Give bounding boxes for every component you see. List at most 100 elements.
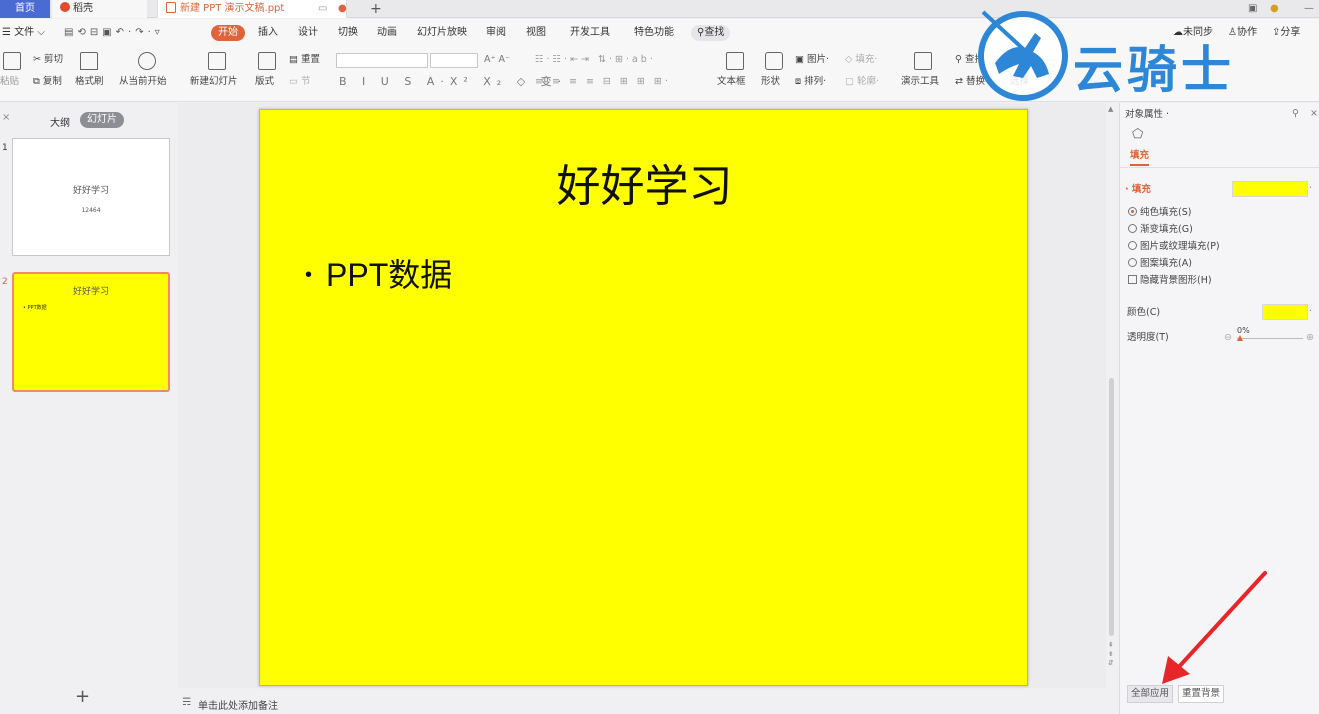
new-tab-button[interactable]: + bbox=[362, 0, 390, 18]
scroll-page-icons[interactable]: ⇞ ⇟ ⇵ bbox=[1108, 641, 1114, 668]
fill-bucket-tab-icon[interactable]: ⬠ bbox=[1132, 128, 1143, 141]
reset-button[interactable]: ▤ 重置 bbox=[289, 54, 320, 66]
menu-design[interactable]: 设计 bbox=[298, 25, 318, 41]
slide-thumbnail-1[interactable]: 好好学习 12464 bbox=[12, 138, 170, 256]
text-format-buttons[interactable]: B I U S A·X² X₂ ◇ 变· bbox=[339, 76, 567, 88]
slide-thumbnail-2[interactable]: 好好学习 • PPT数据 bbox=[12, 272, 170, 392]
transparency-slider[interactable] bbox=[1237, 338, 1303, 339]
outline-button[interactable]: ▢ 轮廓· bbox=[845, 76, 879, 88]
slide-number-2: 2 bbox=[2, 277, 8, 287]
radio-gradient[interactable] bbox=[1128, 224, 1137, 233]
thumb1-title: 好好学习 bbox=[72, 186, 109, 196]
fill-pattern-option[interactable]: 图案填充(A) bbox=[1128, 258, 1192, 270]
section-button[interactable]: ▭ 节 bbox=[289, 76, 311, 88]
menu-switch[interactable]: 切换 bbox=[338, 25, 358, 41]
copy-button[interactable]: ⧉ 复制 bbox=[33, 76, 62, 88]
fill-picture-option[interactable]: 图片或纹理填充(P) bbox=[1128, 241, 1220, 253]
outline-label: 轮廓 bbox=[857, 76, 877, 87]
slide-bullet[interactable]: • PPT数据 bbox=[305, 250, 452, 296]
from-current-button[interactable]: 从当前开始 bbox=[119, 76, 167, 88]
new-slide-icon[interactable] bbox=[208, 52, 226, 70]
menu-search[interactable]: ⚲查找 bbox=[691, 25, 731, 41]
font-family-select[interactable] bbox=[336, 53, 428, 68]
radio-solid[interactable] bbox=[1128, 207, 1137, 216]
scrollbar-thumb[interactable] bbox=[1109, 378, 1114, 636]
radio-picture[interactable] bbox=[1128, 241, 1137, 250]
format-painter-button[interactable]: 格式刷 bbox=[75, 76, 104, 88]
picture-button[interactable]: ▣ 图片· bbox=[795, 54, 829, 66]
layout-icon[interactable] bbox=[258, 52, 276, 70]
arrange-button[interactable]: ⧈ 排列· bbox=[795, 76, 826, 88]
fill-solid-option[interactable]: 纯色填充(S) bbox=[1128, 207, 1191, 219]
menu-view[interactable]: 视图 bbox=[526, 25, 546, 41]
notes-placeholder: 单击此处添加备注 bbox=[198, 701, 278, 712]
paragraph-align-buttons[interactable]: ≡ ≡ ≡ ≡ ⊟ ⊞ ⊞ ⊞· bbox=[535, 76, 671, 88]
paste-icon[interactable] bbox=[3, 52, 21, 70]
shape-icon[interactable] bbox=[765, 52, 783, 70]
minimize-button[interactable]: — bbox=[1296, 0, 1319, 18]
paste-button[interactable]: 粘贴 bbox=[0, 76, 19, 88]
copy-label: 复制 bbox=[42, 76, 62, 87]
textbox-icon[interactable] bbox=[726, 52, 744, 70]
fill-button[interactable]: ◇ 填充· bbox=[845, 54, 877, 66]
tab-document[interactable]: 新建 PPT 演示文稿.ppt ▭ ● bbox=[157, 0, 347, 18]
present-tools-button[interactable]: 演示工具 bbox=[901, 76, 939, 88]
fill-section-text: 填充 bbox=[1131, 184, 1151, 195]
color-dropdown-icon[interactable]: · bbox=[1309, 306, 1312, 318]
font-size-buttons[interactable]: A⁺ A⁻ bbox=[484, 54, 510, 66]
menu-start[interactable]: 开始 bbox=[211, 25, 245, 41]
paragraph-list-buttons[interactable]: ☷·☷·⇤⇥ ⇅·⊞·ab· bbox=[535, 54, 656, 66]
shape-button[interactable]: 形状 bbox=[761, 76, 780, 88]
tab-home[interactable]: 首页 bbox=[0, 0, 50, 18]
menu-review[interactable]: 审阅 bbox=[486, 25, 506, 41]
ppt-file-icon bbox=[166, 2, 176, 13]
panel-header[interactable]: 对象属性 · bbox=[1125, 109, 1169, 121]
textbox-button[interactable]: 文本框 bbox=[717, 76, 746, 88]
layout-button[interactable]: 版式 bbox=[255, 76, 274, 88]
fill-tab[interactable]: 填充 bbox=[1130, 150, 1150, 166]
vertical-scrollbar[interactable]: ▲ ⇞ ⇟ ⇵ bbox=[1106, 103, 1118, 688]
add-slide-button[interactable]: + bbox=[75, 686, 90, 707]
fill-color-dropdown-icon[interactable]: · bbox=[1309, 183, 1312, 195]
font-size-select[interactable] bbox=[430, 53, 478, 68]
menu-special[interactable]: 特色功能 bbox=[634, 25, 674, 41]
transparency-minus-button[interactable]: ⊖ bbox=[1224, 332, 1232, 344]
menu-insert[interactable]: 插入 bbox=[258, 25, 278, 41]
new-slide-button[interactable]: 新建幻灯片 bbox=[190, 76, 238, 88]
close-panel-icon[interactable]: × bbox=[2, 112, 10, 123]
fill-gradient-option[interactable]: 渐变填充(G) bbox=[1128, 224, 1193, 236]
color-swatch[interactable] bbox=[1262, 304, 1308, 320]
pin-icon[interactable]: ⚲ bbox=[1292, 108, 1299, 120]
slide-title[interactable]: 好好学习 bbox=[260, 150, 1029, 214]
fill-gradient-label: 渐变填充(G) bbox=[1140, 224, 1193, 235]
monitor-icon[interactable]: ▭ bbox=[318, 0, 327, 18]
slide-canvas[interactable]: 好好学习 • PPT数据 bbox=[259, 109, 1028, 686]
quick-access-toolbar[interactable]: ▤⟲⊟▣↶·↷·▿ bbox=[64, 25, 164, 41]
notes-bar[interactable]: ☴ 单击此处添加备注 bbox=[178, 692, 1106, 714]
scroll-up-icon[interactable]: ▲ bbox=[1108, 105, 1113, 113]
transparency-plus-button[interactable]: ⊕ bbox=[1306, 332, 1314, 344]
fill-color-swatch[interactable] bbox=[1232, 181, 1308, 197]
scissors-icon: ✂ bbox=[33, 54, 41, 65]
hide-bg-option[interactable]: 隐藏背景图形(H) bbox=[1128, 275, 1212, 287]
radio-pattern[interactable] bbox=[1128, 258, 1137, 267]
menu-animation[interactable]: 动画 bbox=[377, 25, 397, 41]
tab-daoke[interactable]: 稻壳 bbox=[52, 0, 147, 18]
section-label: 节 bbox=[301, 76, 311, 87]
menu-slideshow[interactable]: 幻灯片放映 bbox=[417, 25, 467, 41]
reset-label: 重置 bbox=[301, 54, 321, 65]
menu-devtools[interactable]: 开发工具 bbox=[570, 25, 610, 41]
menu-file[interactable]: ☰ 文件 ⌵ bbox=[2, 25, 45, 41]
tab-outline[interactable]: 大纲 bbox=[50, 114, 70, 129]
play-icon[interactable] bbox=[138, 52, 156, 70]
tab-slides[interactable]: 幻灯片 bbox=[80, 112, 124, 128]
find-icon: ⚲ bbox=[955, 54, 962, 65]
cut-button[interactable]: ✂ 剪切 bbox=[33, 54, 63, 66]
menu-search-label: 查找 bbox=[704, 27, 725, 38]
thumb2-title: 好好学习 bbox=[72, 287, 109, 297]
close-panel-button[interactable]: × bbox=[1310, 108, 1318, 120]
present-tools-icon[interactable] bbox=[914, 52, 932, 70]
format-painter-icon[interactable] bbox=[80, 52, 98, 70]
hide-bg-checkbox[interactable] bbox=[1128, 275, 1137, 284]
panel-divider bbox=[1120, 167, 1319, 168]
